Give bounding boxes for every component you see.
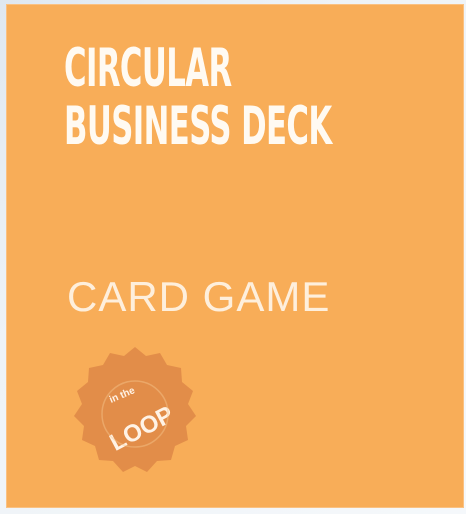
deck-title: CIRCULAR BUSINESS DECK bbox=[64, 38, 332, 157]
card-game-label: CARD GAME bbox=[67, 273, 331, 320]
badge-scalloped-shape bbox=[74, 347, 196, 472]
in-the-loop-badge-icon: in the LOOP bbox=[67, 344, 203, 480]
screenshot-page: CIRCULAR BUSINESS DECK CARD GAME in the … bbox=[0, 0, 466, 514]
title-line-1: CIRCULAR bbox=[64, 38, 232, 99]
title-line-2: BUSINESS DECK bbox=[64, 96, 332, 157]
deck-card[interactable]: CIRCULAR BUSINESS DECK CARD GAME in the … bbox=[6, 4, 464, 508]
